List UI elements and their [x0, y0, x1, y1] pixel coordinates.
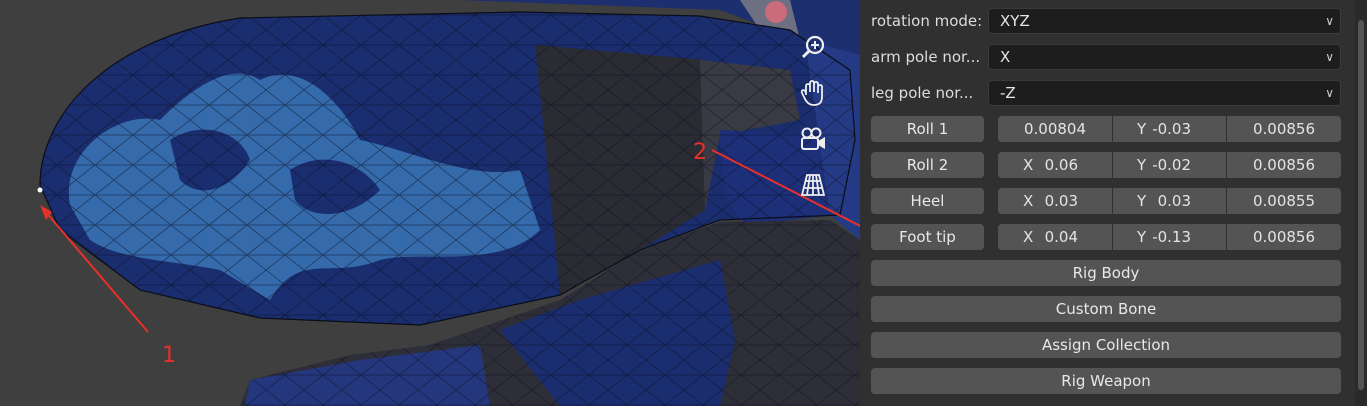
chevron-down-icon: ∨	[1325, 50, 1334, 64]
roll-2-x-field[interactable]: X 0.06	[998, 152, 1112, 178]
chevron-down-icon: ∨	[1325, 86, 1334, 100]
perspective-grid-icon[interactable]	[796, 168, 830, 202]
arm-pole-label: arm pole nor...	[871, 48, 981, 66]
heel-vector: X 0.03 Y 0.03 0.00855	[998, 188, 1341, 214]
foot-tip-x-field[interactable]: X 0.04	[998, 224, 1112, 250]
x-axis-label: X	[1023, 156, 1034, 174]
leg-pole-label: leg pole nor...	[871, 84, 974, 102]
rotation-mode-value: XYZ	[1000, 12, 1030, 30]
roll-1-x-value: 0.00804	[1023, 120, 1087, 138]
y-axis-label: Y	[1137, 156, 1147, 174]
heel-z-field[interactable]: 0.00855	[1227, 188, 1341, 214]
leg-pole-row: leg pole nor... -Z ∨	[871, 80, 1341, 106]
x-axis-label: X	[1023, 192, 1034, 210]
rotation-mode-label: rotation mode:	[871, 12, 983, 30]
hand-pan-icon[interactable]	[796, 76, 830, 110]
roll-1-vector: 0.00804 Y -0.03 0.00856	[998, 116, 1341, 142]
y-axis-label: Y	[1137, 228, 1147, 246]
foot-tip-y-value: -0.13	[1152, 228, 1191, 246]
annotation-label-1: 1	[162, 343, 176, 368]
heel-button[interactable]: Heel	[871, 188, 984, 214]
roll-2-x-value: 0.06	[1044, 156, 1078, 174]
rig-weapon-button[interactable]: Rig Weapon	[871, 368, 1341, 394]
foot-tip-vector: X 0.04 Y -0.13 0.00856	[998, 224, 1341, 250]
roll-2-z-field[interactable]: 0.00856	[1227, 152, 1341, 178]
rotation-mode-dropdown[interactable]: XYZ ∨	[988, 8, 1341, 34]
foot-tip-x-value: 0.04	[1044, 228, 1078, 246]
chevron-down-icon: ∨	[1325, 14, 1334, 28]
foot-tip-button[interactable]: Foot tip	[871, 224, 984, 250]
arm-pole-dropdown[interactable]: X ∨	[988, 44, 1341, 70]
viewport-navigation-tools	[796, 30, 832, 214]
rig-body-button[interactable]: Rig Body	[871, 260, 1341, 286]
roll-1-y-value: -0.03	[1152, 120, 1191, 138]
heel-y-field[interactable]: Y 0.03	[1113, 188, 1226, 214]
roll-1-y-field[interactable]: Y -0.03	[1113, 116, 1226, 142]
arm-pole-row: arm pole nor... X ∨	[871, 44, 1341, 70]
y-axis-label: Y	[1137, 120, 1147, 138]
leg-pole-dropdown[interactable]: -Z ∨	[988, 80, 1341, 106]
heel-y-value: 0.03	[1157, 192, 1191, 210]
roll-2-button[interactable]: Roll 2	[871, 152, 984, 178]
foot-tip-y-field[interactable]: Y -0.13	[1113, 224, 1226, 250]
zoom-icon[interactable]	[796, 30, 830, 64]
y-axis-label: Y	[1137, 192, 1147, 210]
foot-tip-z-field[interactable]: 0.00856	[1227, 224, 1341, 250]
x-axis-label: X	[1023, 228, 1034, 246]
custom-bone-button[interactable]: Custom Bone	[871, 296, 1341, 322]
assign-collection-button[interactable]: Assign Collection	[871, 332, 1341, 358]
roll-1-z-field[interactable]: 0.00856	[1227, 116, 1341, 142]
roll-1-x-field[interactable]: 0.00804	[998, 116, 1112, 142]
heel-x-field[interactable]: X 0.03	[998, 188, 1112, 214]
arm-pole-value: X	[1000, 48, 1011, 66]
3d-viewport[interactable]: 1 2	[0, 0, 860, 406]
roll-2-y-field[interactable]: Y -0.02	[1113, 152, 1226, 178]
mesh-render	[37, 0, 860, 406]
rotation-mode-row: rotation mode: XYZ ∨	[871, 8, 1341, 34]
roll-2-vector: X 0.06 Y -0.02 0.00856	[998, 152, 1341, 178]
camera-icon[interactable]	[796, 122, 830, 156]
leg-pole-value: -Z	[1000, 84, 1016, 102]
heel-x-value: 0.03	[1044, 192, 1078, 210]
annotation-label-2: 2	[693, 140, 707, 165]
panel-scrollbar[interactable]	[1355, 0, 1367, 406]
roll-2-y-value: -0.02	[1152, 156, 1191, 174]
roll-1-button[interactable]: Roll 1	[871, 116, 984, 142]
